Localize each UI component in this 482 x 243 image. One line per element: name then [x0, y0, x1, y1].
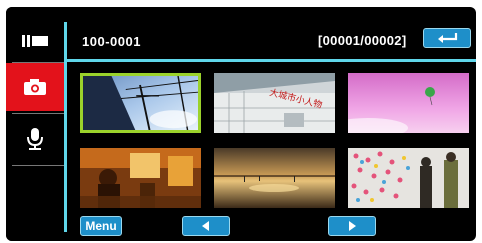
thumbnail-5[interactable] — [214, 148, 335, 208]
sidebar-divider-line — [64, 22, 67, 232]
playback-screen: 100-0001 [00001/00002] 大城市小人物 Menu — [6, 7, 476, 241]
video-mode-icon — [22, 35, 48, 47]
thumbnail-2[interactable]: 大城市小人物 — [214, 73, 335, 133]
sidebar-divider — [12, 113, 64, 114]
next-button[interactable] — [328, 216, 376, 236]
file-counter: [00001/00002] — [318, 33, 407, 48]
mode-sidebar — [6, 7, 64, 241]
thumbnail-1[interactable] — [80, 73, 201, 133]
photo-heart-wall — [348, 148, 469, 208]
back-button[interactable] — [423, 28, 471, 48]
photo-building-sign: 大城市小人物 — [214, 73, 335, 133]
menu-button[interactable]: Menu — [80, 216, 122, 236]
arrow-right-icon — [349, 221, 356, 231]
camera-icon — [24, 79, 46, 95]
mode-video[interactable] — [6, 19, 64, 63]
mode-photo[interactable] — [6, 63, 64, 111]
folder-name: 100-0001 — [82, 34, 141, 49]
microphone-icon — [27, 128, 43, 150]
photo-pink-sky — [348, 73, 469, 133]
mode-audio[interactable] — [6, 115, 64, 163]
header-divider-line — [66, 59, 476, 62]
arrow-left-icon — [202, 221, 209, 231]
photo-street-market — [80, 148, 201, 208]
return-icon — [438, 33, 458, 43]
thumbnail-6[interactable] — [348, 148, 469, 208]
thumbnail-4[interactable] — [80, 148, 201, 208]
photo-power-lines — [83, 76, 198, 130]
sidebar-divider — [12, 165, 64, 166]
previous-button[interactable] — [182, 216, 230, 236]
thumbnail-3[interactable] — [348, 73, 469, 133]
photo-sunset-water — [214, 148, 335, 208]
